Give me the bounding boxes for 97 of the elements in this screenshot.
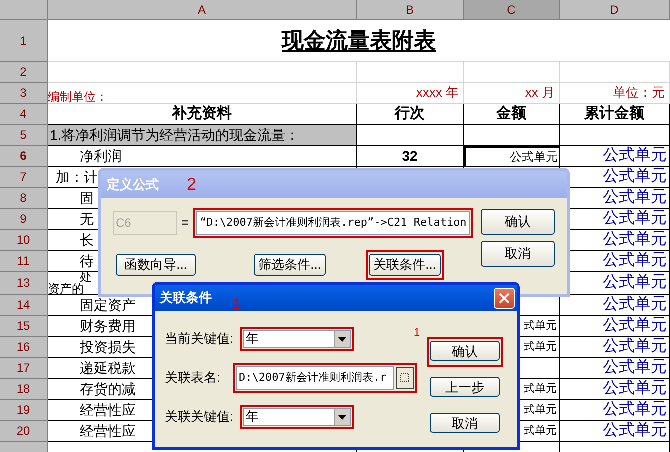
row-header[interactable]: 7: [0, 167, 48, 188]
row-header[interactable]: 9: [0, 209, 48, 230]
field-label: 当前关键值:: [165, 330, 235, 348]
table-cell-text: 式单元: [524, 340, 557, 355]
table-cell-text: xxxx 年: [416, 84, 459, 102]
table-cell-text: 公式单元: [603, 146, 667, 166]
annotation-number: 1: [233, 297, 242, 312]
table-cell-text: 净利润: [79, 146, 122, 166]
table-cell-text: 公式单元: [603, 358, 667, 378]
table-cell-text: 财务费用: [79, 316, 136, 336]
window-title: 关联条件: [160, 289, 212, 308]
column-heading: 累计金额: [584, 104, 644, 124]
table-cell-text: 经营性应: [79, 400, 136, 420]
table-cell-text: 32: [402, 146, 418, 166]
table-cell-text: xx 月: [525, 84, 555, 102]
row-header[interactable]: 15: [0, 316, 48, 337]
table-cell-text: 经营性应: [79, 422, 136, 440]
column-heading: 补充资料: [172, 104, 232, 124]
row-header[interactable]: 8: [0, 188, 48, 209]
table-cell-text: 固: [79, 188, 94, 208]
row-header[interactable]: 19: [0, 400, 48, 421]
table-cell-text: 固定资产: [79, 296, 136, 314]
row-header[interactable]: 14: [0, 295, 48, 316]
table-cell-text: 公式单元: [603, 420, 667, 441]
dialog-button[interactable]: 取消: [481, 241, 555, 267]
row-header[interactable]: 3: [0, 83, 48, 104]
dialog-button[interactable]: 筛选条件...: [254, 254, 326, 276]
table-cell-text: 式单元: [524, 424, 557, 439]
table-cell-text: 存货的减: [79, 380, 136, 398]
table-cell-text: 式单元: [524, 318, 557, 334]
table-cell-text: 公式单元: [603, 336, 667, 357]
table-cell-text: 加：计: [55, 168, 98, 186]
row-header[interactable]: 10: [0, 230, 48, 251]
table-cell-text: 公式单元: [603, 166, 667, 187]
column-heading: 金额: [496, 104, 526, 124]
dialog-button[interactable]: 确认: [430, 341, 500, 361]
row-header[interactable]: 17: [0, 358, 48, 379]
window-title: 定义公式: [107, 176, 159, 194]
table-cell-text: 公式单元: [510, 149, 558, 166]
column-header[interactable]: D: [560, 0, 670, 20]
table-cell-text: 公式单元: [603, 316, 667, 336]
column-heading: 行次: [395, 104, 425, 124]
dialog-button[interactable]: 关联条件...: [369, 254, 441, 276]
equals-sign: =: [181, 214, 189, 232]
field-label: 关联表名:: [165, 369, 222, 388]
corner-cell[interactable]: [0, 0, 48, 20]
column-header[interactable]: A: [48, 0, 357, 20]
close-button[interactable]: [494, 288, 515, 308]
row-header[interactable]: 5: [0, 125, 48, 146]
row-header[interactable]: 4: [0, 104, 48, 125]
table-cell-text: 待: [79, 252, 94, 270]
sheet-title: 现金流量表附表: [282, 27, 436, 55]
column-header[interactable]: B: [357, 0, 464, 20]
table-cell-text: 公式单元: [603, 250, 667, 271]
table-cell-text: 公式单元: [603, 378, 667, 399]
dropdown-arrow-icon: [338, 336, 347, 342]
dropdown-field[interactable]: 年: [243, 330, 351, 348]
table-cell-text: 公式单元: [603, 208, 667, 229]
annotation-number: 1: [414, 326, 420, 341]
column-header[interactable]: C: [464, 0, 560, 20]
row-header[interactable]: 2: [0, 62, 48, 83]
dialog-button[interactable]: 函数向导...: [116, 254, 196, 276]
row-header[interactable]: 6: [0, 146, 48, 167]
annotation-number: 2: [187, 174, 196, 196]
section-heading: 1.将净利润调节为经营活动的现金流量：: [49, 126, 300, 144]
row-header[interactable]: 20: [0, 421, 48, 442]
file-path-field[interactable]: D:\2007新会计准则利润表.r: [236, 366, 394, 390]
field-label: 关联关键值:: [165, 408, 235, 426]
table-cell-text: 处: [80, 271, 92, 283]
table-cell-text: 式单元: [524, 382, 557, 397]
table-cell-text: 公式单元: [603, 188, 667, 208]
table-cell-text: 投资损失: [79, 338, 136, 356]
table-cell-text: 编制单位：: [48, 89, 108, 106]
table-cell-text: 公式单元: [603, 400, 667, 420]
dialog-button[interactable]: 取消: [430, 413, 500, 433]
dialog-button[interactable]: 确认: [481, 209, 555, 235]
row-header[interactable]: 1: [0, 20, 48, 62]
row-header[interactable]: 16: [0, 337, 48, 358]
table-cell: 资产的: [48, 283, 84, 295]
table-cell-text: 公式单元: [603, 294, 667, 315]
row-header[interactable]: 13: [0, 272, 48, 295]
browse-button[interactable]: [396, 367, 414, 389]
formula-field[interactable]: “D:\2007新会计准则利润表.rep”->C21 Relation: [196, 211, 470, 235]
table-cell-text: 式单元: [524, 402, 557, 418]
table-cell-text: 公式单元: [603, 230, 667, 250]
dropdown-field[interactable]: 年: [243, 408, 351, 426]
ellipsis-icon: [400, 373, 410, 383]
table-cell-text: 递延税款: [79, 358, 136, 378]
row-header[interactable]: 11: [0, 251, 48, 272]
table-cell-text: 长: [79, 230, 94, 250]
table-cell-text: 无: [79, 210, 94, 228]
dropdown-arrow-icon: [338, 414, 347, 420]
table-cell-text: 单位：元: [613, 84, 665, 102]
row-header[interactable]: 18: [0, 379, 48, 400]
close-icon: [499, 292, 510, 304]
dialog-button[interactable]: 上一步: [430, 377, 500, 397]
table-cell-text: 公式单元: [603, 272, 667, 293]
